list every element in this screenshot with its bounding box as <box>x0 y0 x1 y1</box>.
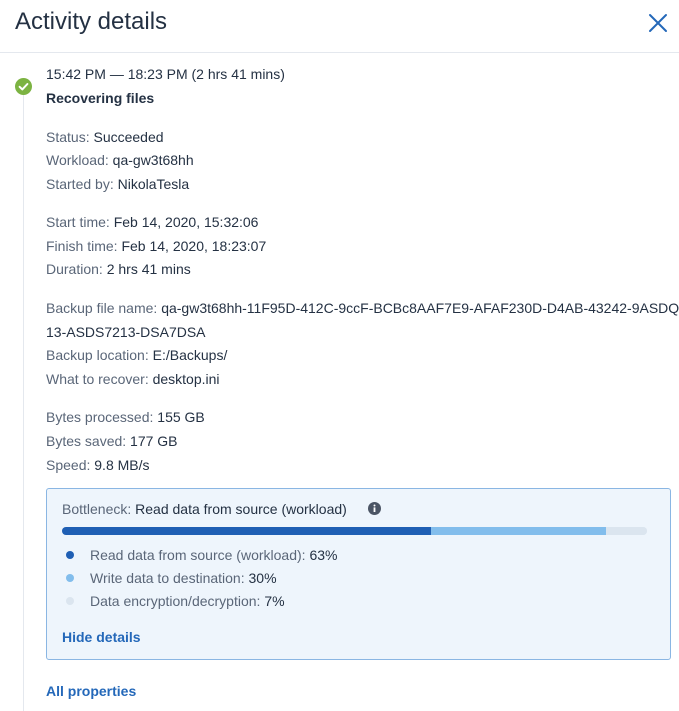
activity-name: Recovering files <box>46 90 155 106</box>
duration-value: 2 hrs 41 mins <box>106 261 191 277</box>
what-to-recover-row: What to recover: desktop.ini <box>46 369 220 389</box>
backup-location-label: Backup location: <box>46 347 149 363</box>
what-to-recover-label: What to recover: <box>46 371 149 387</box>
bar-segment-write <box>430 527 607 535</box>
all-properties-link[interactable]: All properties <box>46 681 136 701</box>
dialog-title: Activity details <box>15 8 168 35</box>
backup-location-value: E:/Backups/ <box>152 347 228 363</box>
workload-label: Workload: <box>46 152 109 168</box>
status-row: Status: Succeeded <box>46 127 164 147</box>
started-by-value: NikolaTesla <box>117 176 190 192</box>
workload-value: qa-gw3t68hh <box>112 152 194 168</box>
backup-location-row: Backup location: E:/Backups/ <box>46 345 227 365</box>
legend-label-write: Write data to destination: <box>90 570 245 586</box>
what-to-recover-value: desktop.ini <box>152 371 220 387</box>
speed-row: Speed: 9.8 MB/s <box>46 455 150 475</box>
legend-item-encryption: Data encryption/decryption: 7% <box>62 591 285 611</box>
activity-time-range: 15:42 PM — 18:23 PM (2 hrs 41 mins) <box>46 66 285 82</box>
hide-details-link[interactable]: Hide details <box>62 627 141 647</box>
close-icon[interactable] <box>645 10 671 36</box>
start-time-label: Start time: <box>46 214 110 230</box>
bar-segment-encryption <box>606 527 647 535</box>
info-icon[interactable] <box>368 502 381 515</box>
bytes-saved-value: 177 GB <box>130 433 178 449</box>
legend-label-read: Read data from source (workload): <box>90 547 306 563</box>
legend-dot-write <box>66 574 74 582</box>
duration-row: Duration: 2 hrs 41 mins <box>46 259 191 279</box>
duration-label: Duration: <box>46 261 103 277</box>
bottleneck-progress-bar <box>62 527 647 535</box>
speed-value: 9.8 MB/s <box>94 457 150 473</box>
workload-row: Workload: qa-gw3t68hh <box>46 150 194 170</box>
bottleneck-panel: Bottleneck: Read data from source (workl… <box>46 488 671 660</box>
started-by-label: Started by: <box>46 176 114 192</box>
start-time-value: Feb 14, 2020, 15:32:06 <box>113 214 259 230</box>
started-by-row: Started by: NikolaTesla <box>46 174 189 194</box>
status-label: Status: <box>46 129 90 145</box>
finish-time-label: Finish time: <box>46 238 118 254</box>
bytes-saved-row: Bytes saved: 177 GB <box>46 431 178 451</box>
legend-label-encryption: Data encryption/decryption: <box>90 593 261 609</box>
finish-time-row: Finish time: Feb 14, 2020, 18:23:07 <box>46 236 266 256</box>
bottleneck-label: Bottleneck: <box>62 501 132 517</box>
bytes-processed-value: 155 GB <box>157 409 205 425</box>
check-circle-icon <box>15 78 32 95</box>
legend-item-read: Read data from source (workload): 63% <box>62 545 337 565</box>
backup-file-name-value: qa-gw3t68hh-11F95D-412C-9ccF-BCBc8AAF7E9… <box>161 300 679 316</box>
legend-dot-encryption <box>66 597 74 605</box>
bottleneck-title: Bottleneck: Read data from source (workl… <box>62 499 347 519</box>
legend-item-write: Write data to destination: 30% <box>62 568 277 588</box>
legend-dot-read <box>66 551 74 559</box>
bytes-processed-label: Bytes processed: <box>46 409 154 425</box>
bottleneck-value: Read data from source (workload) <box>135 501 347 517</box>
legend-value-write: 30% <box>248 570 277 586</box>
backup-file-name-label: Backup file name: <box>46 300 158 316</box>
backup-file-name-continued: 13-ASDS7213-DSA7DSA <box>46 324 206 340</box>
bytes-processed-row: Bytes processed: 155 GB <box>46 407 205 427</box>
speed-label: Speed: <box>46 457 91 473</box>
legend-value-encryption: 7% <box>264 593 285 609</box>
finish-time-value: Feb 14, 2020, 18:23:07 <box>121 238 267 254</box>
status-value: Succeeded <box>93 129 164 145</box>
bar-segment-read <box>62 527 431 535</box>
dialog-header: Activity details <box>0 0 679 53</box>
legend-value-read: 63% <box>309 547 338 563</box>
backup-file-name-row: Backup file name: qa-gw3t68hh-11F95D-412… <box>46 298 679 318</box>
bytes-saved-label: Bytes saved: <box>46 433 127 449</box>
timeline-line <box>23 95 24 711</box>
start-time-row: Start time: Feb 14, 2020, 15:32:06 <box>46 212 258 232</box>
